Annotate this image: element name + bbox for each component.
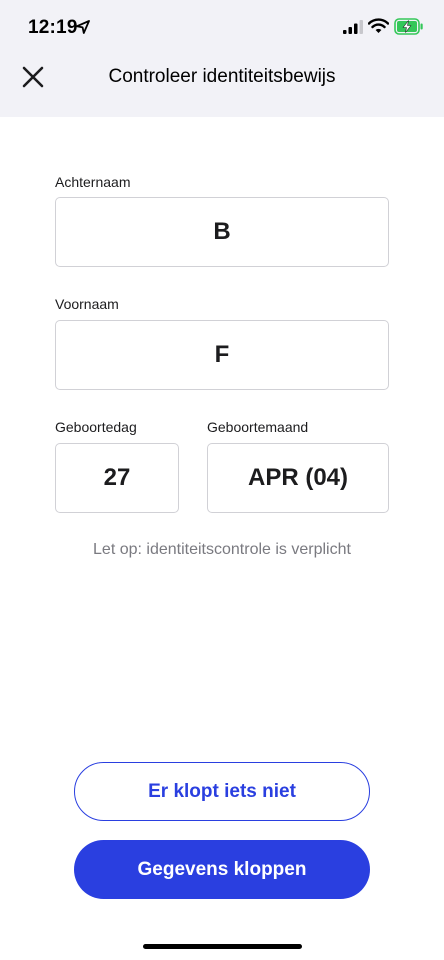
birth-month-field[interactable]: APR (04) bbox=[207, 443, 389, 513]
page-title: Controleer identiteitsbewijs bbox=[108, 66, 336, 87]
identity-check-notice: Let op: identiteitscontrole is verplicht bbox=[93, 541, 351, 558]
first-name-field[interactable]: F bbox=[55, 320, 389, 390]
something-wrong-button[interactable]: Er klopt iets niet bbox=[74, 762, 370, 821]
last-name-field[interactable]: B bbox=[55, 197, 389, 267]
status-bar: 12:19 bbox=[0, 0, 444, 56]
birth-month-label: Geboortemaand bbox=[207, 419, 309, 435]
location-arrow-icon bbox=[76, 20, 90, 34]
status-time: 12:19 bbox=[28, 17, 78, 38]
home-indicator bbox=[143, 944, 302, 949]
birth-day-label: Geboortedag bbox=[55, 419, 137, 435]
last-name-label: Achternaam bbox=[55, 174, 131, 190]
first-name-label: Voornaam bbox=[55, 296, 119, 312]
header-area: 12:19 Controleer identiteitsbewijs bbox=[0, 0, 444, 117]
details-correct-button[interactable]: Gegevens kloppen bbox=[74, 840, 370, 899]
wifi-icon bbox=[368, 18, 389, 33]
birth-day-field[interactable]: 27 bbox=[55, 443, 179, 513]
battery-charging-icon bbox=[394, 18, 423, 35]
cellular-signal-icon bbox=[343, 20, 363, 34]
